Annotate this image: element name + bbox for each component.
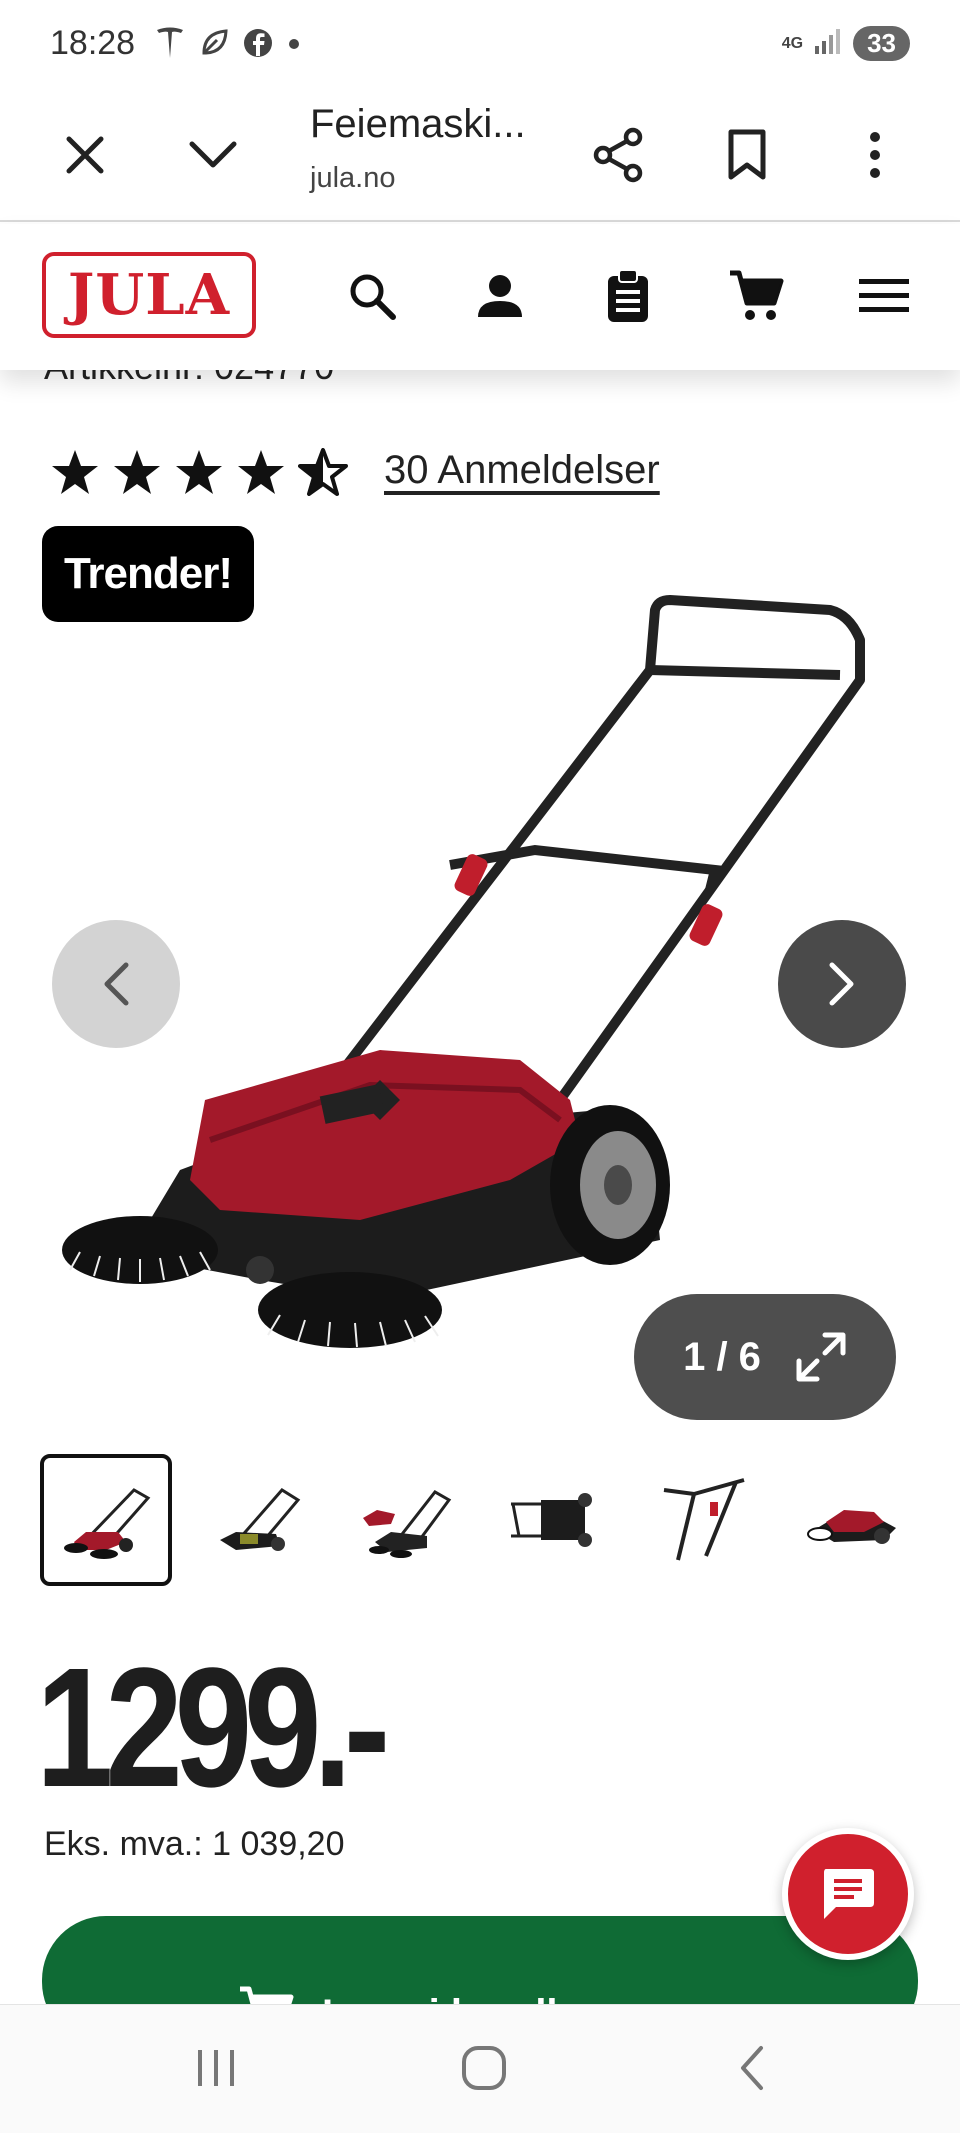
leaf-icon <box>199 28 229 66</box>
product-price: 1299.- <box>36 1633 390 1823</box>
status-time: 18:28 <box>50 24 136 62</box>
thumbnail-4[interactable] <box>488 1454 621 1586</box>
status-notification-icons <box>155 26 301 68</box>
network-type: 4G <box>781 34 804 52</box>
home-icon[interactable] <box>444 2033 524 2103</box>
cart-icon[interactable] <box>724 264 788 328</box>
carousel-prev-button[interactable] <box>52 920 180 1048</box>
battery-indicator: 33 <box>853 26 910 61</box>
facebook-icon <box>243 28 273 66</box>
dot-icon <box>287 28 301 66</box>
jula-logo[interactable]: JULA <box>42 252 256 338</box>
image-counter-text: 1 / 6 <box>683 1334 761 1379</box>
logo-inner: JULA <box>50 260 248 330</box>
carousel-next-button[interactable] <box>778 920 906 1048</box>
star-half-icon <box>298 448 348 501</box>
browser-toolbar: Feiemaski... jula.no <box>0 90 960 222</box>
search-icon[interactable] <box>340 264 404 328</box>
recent-apps-icon[interactable] <box>176 2033 256 2103</box>
product-image[interactable] <box>60 580 900 1400</box>
chevron-down-icon[interactable] <box>178 120 248 190</box>
system-navigation-bar <box>0 2004 960 2133</box>
thumbnail-1[interactable] <box>40 1454 172 1586</box>
star-full-icon <box>112 448 162 501</box>
back-icon[interactable] <box>712 2033 792 2103</box>
status-bar: 18:28 4G 33 <box>0 0 960 90</box>
tesla-icon <box>155 26 185 68</box>
reviews-link[interactable]: 30 Anmeldelser <box>384 448 660 493</box>
chat-button[interactable] <box>782 1828 914 1960</box>
image-counter-button[interactable]: 1 / 6 <box>634 1294 896 1420</box>
site-header: JULA <box>0 224 960 370</box>
logo-text: JULA <box>67 262 231 328</box>
page-title[interactable]: Feiemaski... <box>310 102 526 147</box>
thumbnail-strip <box>40 1454 920 1586</box>
thumbnail-2[interactable] <box>189 1454 322 1586</box>
account-icon[interactable] <box>468 264 532 328</box>
status-right: 4G 33 <box>782 26 910 61</box>
star-full-icon <box>236 448 286 501</box>
chevron-right-icon <box>829 962 854 1006</box>
more-vert-icon[interactable] <box>840 120 910 190</box>
chevron-left-icon <box>104 962 129 1006</box>
rating-stars <box>50 448 348 501</box>
thumbnail-6[interactable] <box>787 1454 920 1586</box>
thumbnail-5[interactable] <box>638 1454 771 1586</box>
clipboard-icon[interactable] <box>596 264 660 328</box>
thumbnail-3[interactable] <box>339 1454 472 1586</box>
signal-icon <box>813 26 843 61</box>
star-full-icon <box>50 448 100 501</box>
share-icon[interactable] <box>584 120 654 190</box>
price-ex-vat: Eks. mva.: 1 039,20 <box>44 1825 345 1863</box>
bookmark-icon[interactable] <box>712 120 782 190</box>
star-full-icon <box>174 448 224 501</box>
menu-icon[interactable] <box>852 264 916 328</box>
page-url[interactable]: jula.no <box>310 162 395 195</box>
expand-icon <box>796 1332 846 1382</box>
close-icon[interactable] <box>50 120 120 190</box>
chat-icon <box>824 1869 874 1919</box>
